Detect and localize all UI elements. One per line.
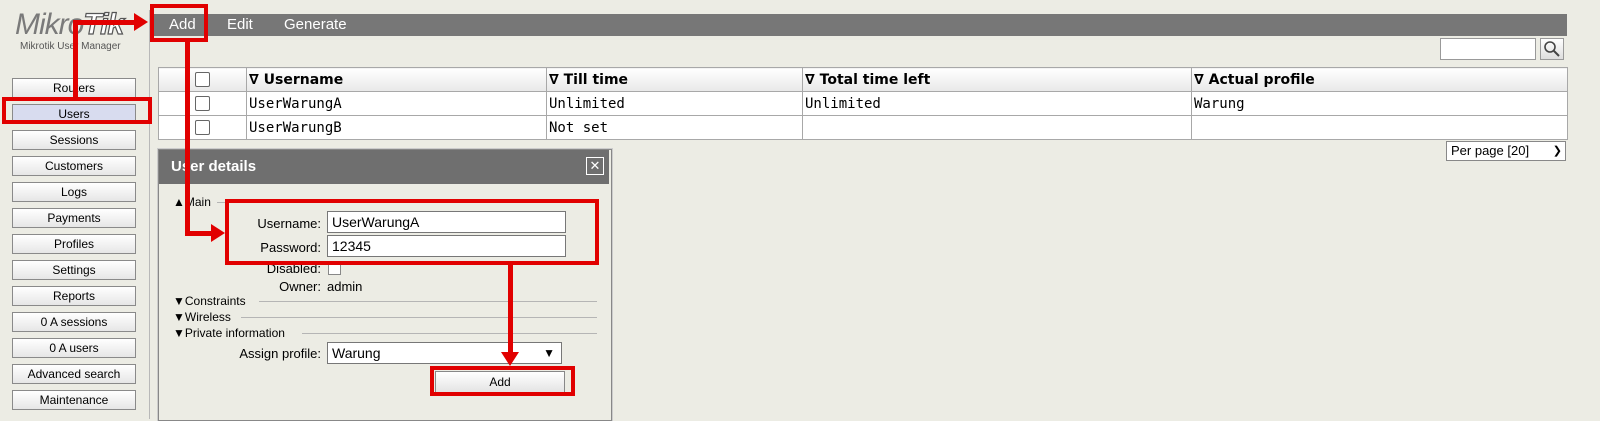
section-wireless-toggle[interactable]: ▼Wireless (173, 310, 231, 324)
section-main-toggle[interactable]: ▲Main (173, 195, 211, 209)
menu-edit[interactable]: Edit (227, 14, 253, 36)
sidebar-item-payments[interactable]: Payments (12, 208, 136, 228)
per-page-value: Per page [20] (1451, 143, 1530, 158)
table-header-row: ∇ Username ∇ Till time ∇ Total time left… (158, 67, 1568, 92)
col-total-time-left[interactable]: ∇ Total time left (802, 67, 1192, 92)
section-constraints-label: Constraints (184, 294, 246, 308)
disabled-label: Disabled: (266, 261, 321, 276)
sidebar-item-settings[interactable]: Settings (12, 260, 136, 280)
cell-actual-profile: Warung (1191, 91, 1568, 116)
section-private-label: Private information (184, 326, 285, 340)
per-page-select[interactable]: Per page [20] ❯ (1446, 141, 1566, 161)
section-divider (302, 333, 597, 334)
section-constraints-toggle[interactable]: ▼Constraints (173, 294, 246, 308)
username-field[interactable]: UserWarungA (327, 211, 566, 233)
sidebar-item-logs[interactable]: Logs (12, 182, 136, 202)
sidebar: Routers Users Sessions Customers Logs Pa… (12, 78, 138, 416)
sidebar-divider (149, 10, 150, 419)
arrow-down-icon (501, 352, 519, 366)
section-divider (241, 317, 597, 318)
section-main-label: Main (184, 195, 211, 209)
username-label: Username: (257, 216, 321, 231)
sidebar-item-reports[interactable]: Reports (12, 286, 136, 306)
row-checkbox-cell (158, 115, 247, 140)
dialog-header[interactable]: User details ✕ (159, 150, 609, 184)
logo: MikroTik Mikrotik User Manager (15, 8, 140, 58)
dialog-title: User details (171, 158, 257, 175)
assign-profile-value: Warung (332, 345, 381, 361)
triangle-down-icon: ▼ (173, 310, 185, 324)
password-field[interactable]: 12345 (327, 235, 566, 257)
sidebar-item-advanced-search[interactable]: Advanced search (12, 364, 136, 384)
triangle-down-icon: ▼ (173, 294, 185, 308)
col-actual-profile[interactable]: ∇ Actual profile (1191, 67, 1568, 92)
arrow-right-icon (211, 224, 225, 242)
row-checkbox[interactable] (195, 96, 210, 111)
magnifier-icon (1544, 41, 1560, 57)
cell-actual-profile (1191, 115, 1568, 140)
brand-wordmark: MikroTik (15, 8, 125, 41)
add-user-button[interactable]: Add (435, 371, 565, 393)
sidebar-item-profiles[interactable]: Profiles (12, 234, 136, 254)
users-table: ∇ Username ∇ Till time ∇ Total time left… (158, 67, 1568, 140)
logo-subtitle: Mikrotik User Manager (20, 41, 121, 52)
password-label: Password: (260, 240, 321, 255)
sidebar-item-sessions[interactable]: Sessions (12, 130, 136, 150)
sidebar-item-customers[interactable]: Customers (12, 156, 136, 176)
assign-profile-select[interactable]: Warung ▼ (327, 342, 562, 364)
cell-till-time: Unlimited (546, 91, 803, 116)
row-checkbox[interactable] (195, 120, 210, 135)
table-row[interactable]: UserWarungA Unlimited Unlimited Warung (158, 91, 1568, 116)
owner-value: admin (327, 279, 363, 294)
cell-total-time-left: Unlimited (802, 91, 1192, 116)
cell-total-time-left (802, 115, 1192, 140)
top-menu-bar: Add Edit Generate (153, 14, 1567, 36)
select-all-checkbox-cell (158, 67, 247, 92)
table-row[interactable]: UserWarungB Not set (158, 115, 1568, 140)
section-wireless-label: Wireless (184, 310, 231, 324)
search-input[interactable] (1440, 38, 1536, 60)
col-username[interactable]: ∇ Username (246, 67, 547, 92)
sidebar-item-users[interactable]: Users (12, 104, 136, 124)
sidebar-item-routers[interactable]: Routers (12, 78, 136, 98)
assign-profile-label: Assign profile: (239, 346, 321, 361)
sidebar-item-active-users[interactable]: 0 A users (12, 338, 136, 358)
sidebar-item-maintenance[interactable]: Maintenance (12, 390, 136, 410)
cell-username: UserWarungA (246, 91, 547, 116)
chevron-down-icon: ❯ (1552, 145, 1562, 157)
cell-till-time: Not set (546, 115, 803, 140)
close-icon[interactable]: ✕ (586, 157, 604, 175)
disabled-checkbox[interactable] (328, 262, 341, 275)
owner-label: Owner: (279, 279, 321, 294)
row-checkbox-cell (158, 91, 247, 116)
section-divider (259, 301, 597, 302)
search-button[interactable] (1540, 38, 1564, 60)
user-details-dialog: User details ✕ ▲Main Username: UserWarun… (158, 149, 612, 421)
section-divider (217, 202, 597, 203)
col-till-time[interactable]: ∇ Till time (546, 67, 803, 92)
menu-generate[interactable]: Generate (284, 14, 347, 36)
triangle-up-icon: ▲ (173, 195, 185, 209)
arrow-right-icon (134, 13, 148, 31)
chevron-down-icon: ▼ (543, 346, 555, 360)
section-private-toggle[interactable]: ▼Private information (173, 326, 285, 340)
menu-add[interactable]: Add (169, 14, 196, 36)
sidebar-item-active-sessions[interactable]: 0 A sessions (12, 312, 136, 332)
select-all-checkbox[interactable] (195, 72, 210, 87)
cell-username: UserWarungB (246, 115, 547, 140)
triangle-down-icon: ▼ (173, 326, 185, 340)
